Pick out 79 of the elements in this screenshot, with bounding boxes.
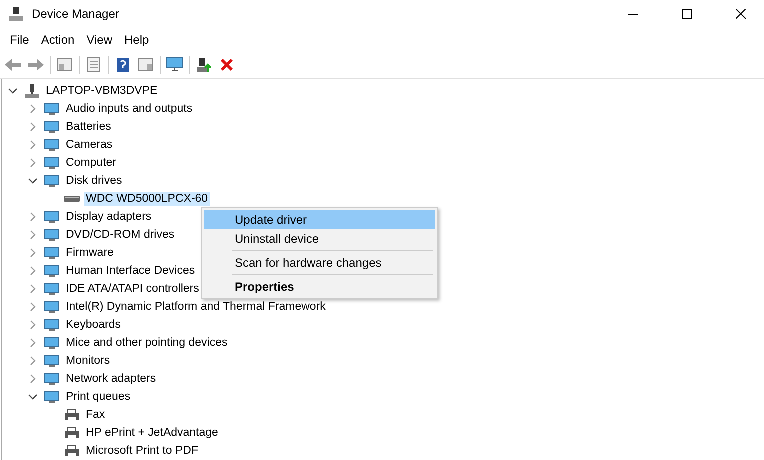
- drive-icon: [64, 196, 80, 202]
- tree-item[interactable]: DVD/CD-ROM drives: [64, 228, 177, 242]
- delete-icon[interactable]: [218, 56, 236, 74]
- device-icon: [44, 101, 60, 117]
- device-icon: [44, 389, 60, 405]
- maximize-icon: [682, 9, 692, 19]
- device-icon: [44, 155, 60, 171]
- context-menu-item[interactable]: Uninstall device: [204, 229, 435, 248]
- device-icon: [44, 371, 60, 387]
- tree-item[interactable]: Network adapters: [64, 372, 158, 386]
- chevron-right-icon[interactable]: [30, 230, 36, 240]
- tree-item[interactable]: Cameras: [64, 138, 115, 152]
- device-icon: [44, 227, 60, 243]
- tree-item[interactable]: LAPTOP-VBM3DVPE: [44, 84, 160, 98]
- back-icon[interactable]: [4, 56, 22, 74]
- tree-item[interactable]: Firmware: [64, 246, 116, 260]
- menu-item[interactable]: View: [80, 31, 118, 49]
- chevron-right-icon[interactable]: [30, 374, 36, 384]
- device-icon: [44, 119, 60, 135]
- device-icon: [44, 137, 60, 153]
- chevron-right-icon[interactable]: [30, 140, 36, 150]
- context-menu-item[interactable]: Scan for hardware changes: [204, 253, 435, 272]
- menu-item[interactable]: File: [4, 31, 36, 49]
- menu-item[interactable]: Help: [118, 31, 156, 49]
- printer-icon: [64, 407, 80, 423]
- tree-item[interactable]: Audio inputs and outputs: [64, 102, 195, 116]
- tree-item[interactable]: Monitors: [64, 354, 112, 368]
- tree-item[interactable]: Human Interface Devices: [64, 264, 198, 278]
- panel-icon[interactable]: [56, 56, 74, 74]
- chevron-right-icon[interactable]: [30, 266, 36, 276]
- chevron-down-icon[interactable]: [8, 88, 18, 94]
- tree-item[interactable]: Disk drives: [64, 174, 124, 188]
- chevron-right-icon[interactable]: [30, 158, 36, 168]
- tree-item[interactable]: Computer: [64, 156, 118, 170]
- forward-icon[interactable]: [27, 56, 45, 74]
- chevron-right-icon[interactable]: [30, 356, 36, 366]
- chevron-right-icon[interactable]: [30, 248, 36, 258]
- tree-item[interactable]: Microsoft Print to PDF: [84, 444, 200, 458]
- chevron-right-icon[interactable]: [30, 104, 36, 114]
- device-icon: [44, 281, 60, 297]
- menu-item[interactable]: Action: [35, 31, 81, 49]
- context-menu-item[interactable]: Properties: [204, 277, 435, 296]
- computer-icon: [24, 83, 40, 99]
- window-title: Device Manager: [32, 7, 120, 21]
- context-menu-item[interactable]: Update driver: [204, 210, 435, 229]
- device-icon: [44, 335, 60, 351]
- close-icon: [736, 9, 746, 19]
- monitor-icon[interactable]: [166, 56, 184, 74]
- chevron-right-icon[interactable]: [30, 122, 36, 132]
- app-icon: [8, 6, 24, 22]
- chevron-right-icon[interactable]: [30, 212, 36, 222]
- tree-item[interactable]: Fax: [84, 408, 108, 422]
- tree-item[interactable]: Keyboards: [64, 318, 123, 332]
- tree-item[interactable]: Mice and other pointing devices: [64, 336, 230, 350]
- chevron-right-icon[interactable]: [30, 302, 36, 312]
- device-icon: [44, 317, 60, 333]
- printer-icon: [64, 425, 80, 441]
- device-icon: [44, 263, 60, 279]
- device-icon: [44, 299, 60, 315]
- device-icon: [44, 245, 60, 261]
- chevron-down-icon[interactable]: [28, 394, 38, 400]
- device-icon: [44, 173, 60, 189]
- device-icon: [44, 353, 60, 369]
- chevron-right-icon[interactable]: [30, 284, 36, 294]
- properties-icon[interactable]: [85, 56, 103, 74]
- chevron-down-icon[interactable]: [28, 178, 38, 184]
- panel-icon[interactable]: [137, 56, 155, 74]
- add-device-icon[interactable]: [195, 56, 213, 74]
- help-icon[interactable]: [114, 56, 132, 74]
- tree-item[interactable]: Display adapters: [64, 210, 154, 224]
- tree-item[interactable]: Intel(R) Dynamic Platform and Thermal Framework: [64, 300, 328, 314]
- tree-item[interactable]: Print queues: [64, 390, 133, 404]
- tree-item[interactable]: Batteries: [64, 120, 114, 134]
- chevron-right-icon[interactable]: [30, 338, 36, 348]
- tree-item[interactable]: WDC WD5000LPCX-60: [84, 192, 210, 206]
- tree-item[interactable]: IDE ATA/ATAPI controllers: [64, 282, 202, 296]
- device-icon: [44, 209, 60, 225]
- tree-item[interactable]: HP ePrint + JetAdvantage: [84, 426, 220, 440]
- chevron-right-icon[interactable]: [30, 320, 36, 330]
